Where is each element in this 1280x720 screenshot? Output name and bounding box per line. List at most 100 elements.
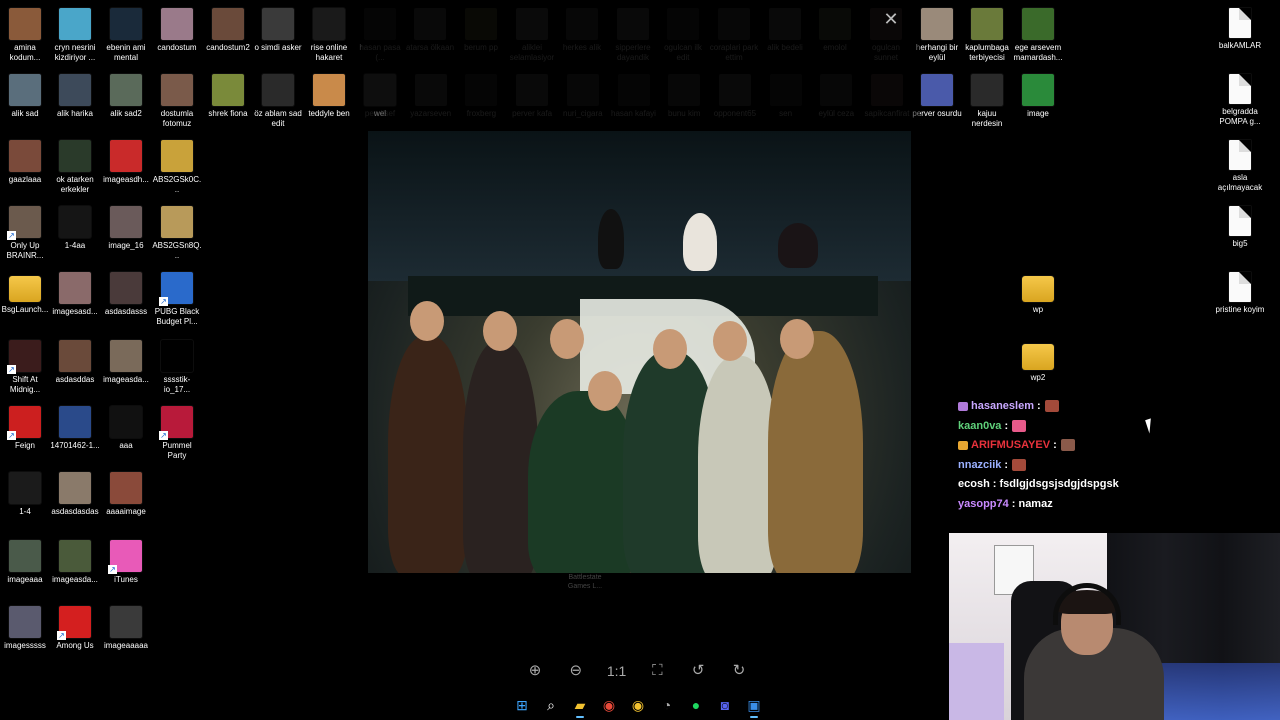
file-thumbnail-icon — [7, 206, 41, 240]
desktop-icon-label: kaplumbaga terbiyecisi — [965, 43, 1009, 62]
photos-icon[interactable]: ▣ — [742, 693, 766, 718]
desktop-icon[interactable]: imageasda... — [50, 540, 100, 585]
windows-start-icon[interactable]: ⊞ — [510, 693, 534, 717]
desktop-icon[interactable]: asla açılmayacak — [1215, 140, 1265, 193]
desktop-icon[interactable]: aaa — [101, 406, 151, 451]
chat-text: : — [1004, 458, 1009, 471]
file-thumbnail-icon — [161, 340, 193, 372]
chrome-icon[interactable]: ◉ — [597, 693, 621, 717]
file-thumbnail-icon — [59, 74, 91, 106]
desktop-icon[interactable]: imageaaa — [0, 540, 50, 585]
desktop-icon-label: öz ablam sad edit — [254, 109, 302, 128]
desktop-icon[interactable]: Shift At Midnig... — [0, 340, 50, 395]
document-icon — [1229, 8, 1251, 38]
desktop-icon[interactable]: big5 — [1215, 206, 1265, 249]
desktop-icon-label: rise online hakaret — [310, 43, 348, 62]
search-icon[interactable]: ⌕ — [539, 693, 563, 717]
desktop-icon[interactable]: PUBG Black Budget Pl... — [152, 272, 202, 327]
file-thumbnail-icon — [159, 272, 193, 306]
photo-figure — [463, 341, 538, 573]
file-thumbnail-icon — [59, 472, 91, 504]
photo-figure — [698, 356, 778, 573]
desktop-icon[interactable]: kaplumbaga terbiyecisi — [962, 8, 1012, 63]
desktop-icon[interactable]: rise online hakaret — [304, 8, 354, 63]
desktop-icon-label: 1-4aa — [64, 241, 86, 250]
desktop-icon[interactable]: ebenin ami mental — [101, 8, 151, 63]
desktop-icon[interactable]: dostumla fotomuz — [152, 74, 202, 129]
desktop-icon[interactable]: Pummel Party — [152, 406, 202, 461]
desktop-icon[interactable]: cryn nesrini kizdiriyor ... — [50, 8, 100, 63]
desktop-icon[interactable]: Feign — [0, 406, 50, 451]
desktop-icon[interactable]: asdasdasss — [101, 272, 151, 317]
desktop-icon[interactable]: aaaaimage — [101, 472, 151, 517]
desktop-icon[interactable]: ABS2GSn8Q... — [152, 206, 202, 261]
chat-username: kaan0va — [958, 419, 1002, 432]
file-thumbnail-icon — [59, 406, 91, 438]
desktop-icon[interactable]: wp — [1013, 272, 1063, 315]
photo-figure — [653, 329, 687, 369]
desktop-icon[interactable]: pristine koyim — [1215, 272, 1265, 315]
desktop-icon[interactable]: kajuu nerdesin — [962, 74, 1012, 129]
desktop-icon-label: asdasddas — [55, 375, 95, 384]
desktop-icon[interactable]: alik sad2 — [101, 74, 151, 119]
desktop-icon[interactable]: 1-4 — [0, 472, 50, 517]
desktop-icon[interactable]: sssstik-io_17... — [152, 340, 202, 395]
desktop-icon[interactable]: iTunes — [101, 540, 151, 585]
file-explorer-icon[interactable]: ▰ — [568, 693, 592, 718]
chat-message: kaan0va: — [958, 417, 1258, 437]
desktop-icon[interactable]: imagesasd... — [50, 272, 100, 317]
desktop-icon[interactable]: imageaaaaa — [101, 606, 151, 651]
zoom-in-icon[interactable]: ⊕ — [522, 658, 548, 684]
discord-icon[interactable]: ◙ — [713, 693, 737, 717]
file-thumbnail-icon — [159, 406, 193, 440]
desktop-icon-label: candostum2 — [206, 43, 250, 52]
desktop-icon[interactable]: image — [1013, 74, 1063, 119]
photo-figure — [683, 213, 717, 271]
desktop-icon[interactable]: candostum — [152, 8, 202, 53]
desktop-icon[interactable]: imageasdh... — [101, 140, 151, 185]
desktop-icon-label: imageasdh... — [103, 175, 149, 184]
desktop-icon[interactable]: o simdi asker — [253, 8, 303, 53]
desktop-icon[interactable]: asdasddas — [50, 340, 100, 385]
desktop-icon[interactable]: 1-4aa — [50, 206, 100, 251]
folder-icon — [1022, 276, 1054, 302]
desktop-icon[interactable]: shrek fiona — [203, 74, 253, 119]
desktop-icon[interactable]: öz ablam sad edit — [253, 74, 303, 129]
clock-app-icon[interactable]: ◔ — [655, 693, 679, 717]
desktop-icon[interactable]: teddyle ben — [304, 74, 354, 119]
rotate-left-icon[interactable]: ↺ — [685, 658, 711, 684]
desktop-icon[interactable]: Among Us — [50, 606, 100, 651]
document-icon — [1229, 74, 1251, 104]
zoom-out-icon[interactable]: ⊖ — [563, 658, 589, 684]
spotify-icon[interactable]: ● — [684, 693, 708, 717]
desktop-icon[interactable]: BsgLaunch... — [0, 272, 50, 315]
desktop-icon[interactable]: belgradda POMPA g... — [1215, 74, 1265, 127]
rotate-right-icon[interactable]: ↻ — [726, 658, 752, 684]
desktop-icon[interactable]: imagesssss — [0, 606, 50, 651]
desktop-icon-label: image — [1027, 109, 1049, 118]
desktop-icon[interactable]: alik harika — [50, 74, 100, 119]
fit-to-window-icon[interactable]: ⛶ — [644, 658, 670, 684]
chrome-alt-icon[interactable]: ◉ — [626, 693, 650, 717]
photo-figure — [483, 311, 517, 351]
desktop-icon[interactable]: imageasda... — [101, 340, 151, 385]
desktop-icon-label: ege arsevem mamardash... — [1013, 43, 1063, 62]
desktop-icon[interactable]: ok atarken erkekler — [50, 140, 100, 195]
desktop-icon[interactable]: balkAMLAR — [1215, 8, 1265, 51]
desktop-icon[interactable]: Only Up BRAINR... — [0, 206, 50, 261]
actual-size-button[interactable]: 1:1 — [604, 658, 630, 684]
desktop-icon[interactable]: asdasdasdas — [50, 472, 100, 517]
close-icon[interactable]: ✕ — [880, 8, 902, 30]
desktop-icon[interactable]: 14701462-1... — [50, 406, 100, 451]
desktop-icon[interactable]: image_16 — [101, 206, 151, 251]
desktop-icon[interactable]: wp2 — [1013, 340, 1063, 383]
desktop-icon[interactable]: ege arsevem mamardash... — [1013, 8, 1063, 63]
desktop-icon[interactable]: amina kodum... — [0, 8, 50, 63]
desktop-icon[interactable]: alik sad — [0, 74, 50, 119]
desktop-icon-label: Feign — [14, 441, 35, 450]
desktop-icon[interactable]: gaazlaaa — [0, 140, 50, 185]
file-thumbnail-icon — [9, 606, 41, 638]
desktop-icon-label: amina kodum... — [9, 43, 41, 62]
desktop-icon[interactable]: candostum2 — [203, 8, 253, 53]
desktop-icon[interactable]: ABS2GSk0C... — [152, 140, 202, 195]
